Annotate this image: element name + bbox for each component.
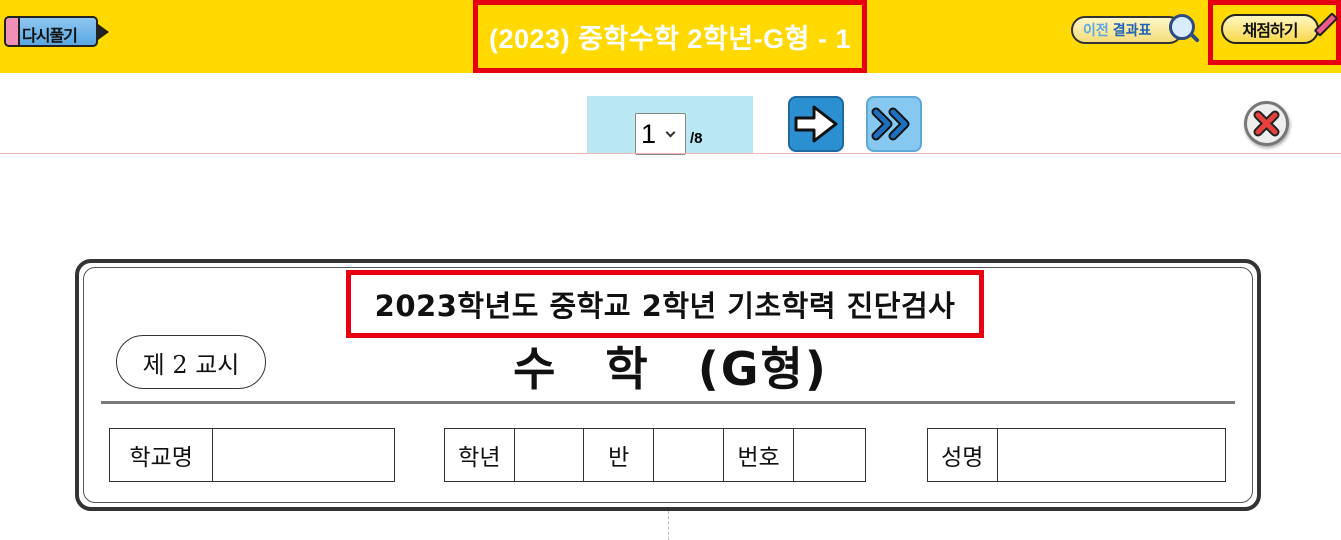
magnifier-icon xyxy=(1169,14,1195,40)
close-button[interactable] xyxy=(1244,101,1289,146)
number-input[interactable] xyxy=(794,429,866,481)
exam-title: 2023학년도 중학교 2학년 기초학력 진단검사 xyxy=(346,270,984,338)
next-page-button[interactable] xyxy=(788,96,844,152)
close-x-icon xyxy=(1253,110,1280,137)
cover-divider xyxy=(101,401,1235,404)
retry-label: 다시풀기 xyxy=(22,26,78,45)
school-name-input[interactable] xyxy=(213,429,394,481)
top-bar: 다시풀기 (2023) 중학수학 2학년-G형 - 1 이전 결과표 채점하기 xyxy=(0,0,1341,73)
page-center-guide xyxy=(668,511,669,540)
class-label: 반 xyxy=(584,429,655,481)
quiz-title: (2023) 중학수학 2학년-G형 - 1 xyxy=(473,0,867,73)
name-input[interactable] xyxy=(997,429,1225,481)
previous-result-button[interactable]: 이전 결과표 xyxy=(1071,14,1197,46)
subject-heading: 수 학 (G형) xyxy=(0,333,1341,399)
school-name-label: 학교명 xyxy=(110,429,214,481)
double-chevron-right-icon xyxy=(871,107,910,141)
arrow-right-icon xyxy=(794,105,838,143)
student-name-field: 성명 xyxy=(927,428,1226,482)
class-input[interactable] xyxy=(654,429,724,481)
previous-result-label-1: 이전 xyxy=(1083,23,1109,39)
header-divider xyxy=(0,153,1341,154)
grade-label: 학년 xyxy=(445,429,515,481)
previous-result-pill: 이전 결과표 xyxy=(1071,16,1183,44)
pencil-tip-icon xyxy=(98,24,109,40)
number-label: 번호 xyxy=(724,429,795,481)
name-label: 성명 xyxy=(928,429,998,481)
page-select-value: 1 xyxy=(641,118,657,149)
previous-result-label-2: 결과표 xyxy=(1112,23,1152,39)
retry-button[interactable]: 다시풀기 xyxy=(4,16,109,48)
last-page-button[interactable] xyxy=(866,96,922,152)
page-select[interactable]: 1 xyxy=(635,113,686,155)
chevron-down-icon xyxy=(665,127,676,138)
grade-class-number-field: 학년 반 번호 xyxy=(444,428,866,482)
retry-pencil-shape: 다시풀기 xyxy=(4,16,98,47)
eraser-icon xyxy=(6,18,20,45)
grade-input[interactable] xyxy=(514,429,585,481)
school-name-field: 학교명 xyxy=(109,428,395,482)
page-total: /8 xyxy=(690,130,703,147)
quiz-title-text: (2023) 중학수학 2학년-G형 - 1 xyxy=(489,24,851,54)
grade-button[interactable]: 채점하기 xyxy=(1221,12,1339,46)
grade-label: 채점하기 xyxy=(1221,14,1319,44)
exam-title-text: 2023학년도 중학교 2학년 기초학력 진단검사 xyxy=(374,289,956,323)
subject-text: 수 학 (G형) xyxy=(513,342,828,396)
